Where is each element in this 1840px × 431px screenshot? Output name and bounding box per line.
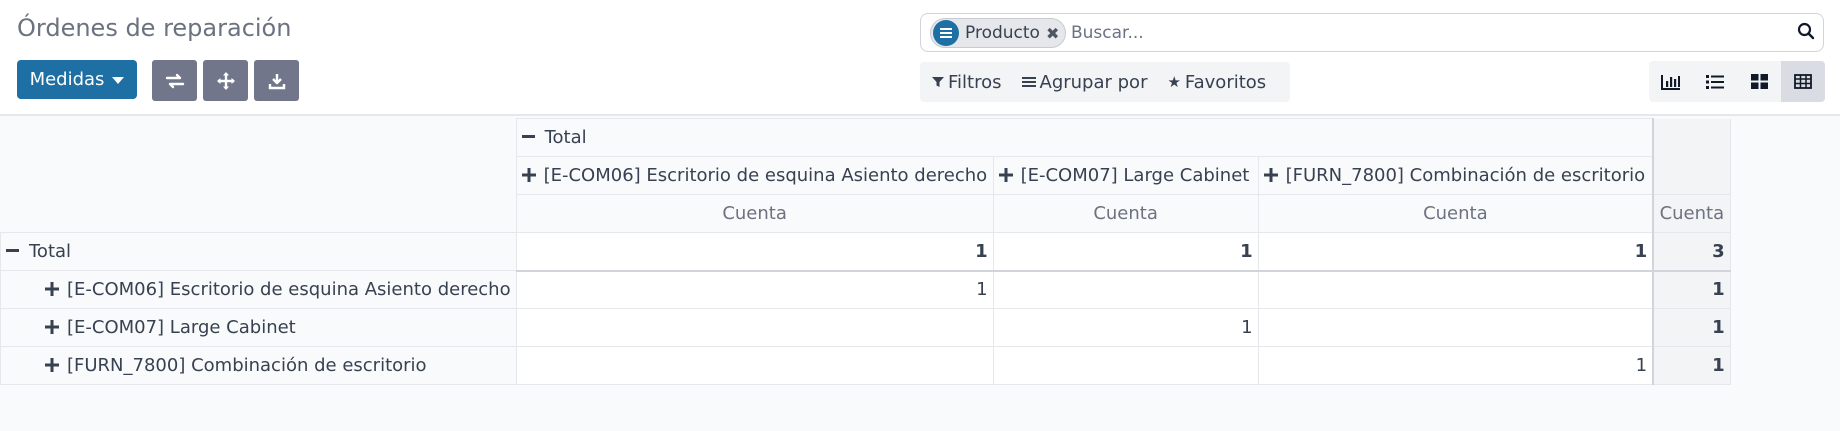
pivot-cell[interactable]	[515, 346, 994, 385]
search-panel-bar: Filtros Agrupar por ★ Favoritos	[920, 62, 1290, 102]
pivot-cell[interactable]	[1257, 308, 1654, 347]
column-header-label: [E-COM07] Large Cabinet	[1020, 165, 1250, 186]
measure-header[interactable]: Cuenta	[992, 194, 1259, 233]
caret-down-icon	[112, 77, 125, 84]
list-icon	[1706, 74, 1724, 89]
minus-icon	[6, 249, 19, 252]
group-by-icon	[933, 20, 959, 46]
close-icon[interactable]: ✖	[1046, 24, 1059, 43]
row-header[interactable]: [FURN_7800] Combinación de escritorio	[0, 346, 517, 385]
measure-header[interactable]: Cuenta	[515, 194, 994, 233]
grand-total-cell[interactable]: 3	[1652, 232, 1731, 272]
flip-axis-button[interactable]	[152, 60, 197, 101]
plus-icon	[1263, 167, 1278, 182]
filters-toggle[interactable]: Filtros	[932, 72, 1002, 93]
exchange-icon	[165, 73, 184, 88]
plus-icon	[998, 167, 1013, 182]
favorites-toggle[interactable]: ★ Favoritos	[1167, 72, 1266, 93]
table-icon	[1794, 74, 1812, 89]
measure-header[interactable]: Cuenta	[1257, 194, 1654, 233]
list-view-button[interactable]	[1693, 61, 1737, 102]
facet-label: Producto	[965, 23, 1040, 43]
plus-icon	[45, 281, 59, 296]
total-column-header	[1652, 118, 1731, 195]
row-total-cell[interactable]: 1	[1652, 346, 1731, 385]
arrows-expand-icon	[216, 71, 235, 90]
pivot-cell[interactable]	[515, 308, 994, 347]
row-header[interactable]: [E-COM06] Escritorio de esquina Asiento …	[0, 270, 517, 309]
search-facet: Producto ✖	[930, 18, 1067, 48]
filters-label: Filtros	[948, 71, 1002, 93]
row-total-cell[interactable]: 1	[1652, 308, 1731, 347]
row-header-total[interactable]: Total	[0, 232, 517, 271]
group-by-label: Agrupar por	[1039, 71, 1148, 93]
grid-icon	[1750, 74, 1768, 89]
control-panel: Órdenes de reparación Medidas Producto ✖…	[0, 0, 1840, 116]
column-header[interactable]: [FURN_7800] Combinación de escritorio	[1257, 156, 1654, 195]
minus-icon	[521, 135, 535, 138]
column-header[interactable]: [E-COM06] Escritorio de esquina Asiento …	[515, 156, 994, 195]
measures-button[interactable]: Medidas	[17, 60, 137, 99]
row-total-cell[interactable]: 1	[1652, 270, 1731, 309]
column-header[interactable]: [E-COM07] Large Cabinet	[992, 156, 1259, 195]
plus-icon	[45, 319, 59, 334]
bar-chart-icon	[1661, 74, 1680, 90]
favorites-label: Favoritos	[1184, 71, 1267, 93]
pivot-view-button[interactable]	[1781, 61, 1825, 102]
search-bar: Producto ✖	[920, 13, 1824, 52]
filter-icon	[932, 77, 944, 87]
pivot-cell[interactable]: 1	[515, 270, 994, 309]
plus-icon	[521, 167, 536, 182]
bars-icon	[1021, 77, 1036, 87]
view-switcher	[1649, 61, 1825, 102]
row-header-label: [E-COM06] Escritorio de esquina Asiento …	[67, 279, 511, 300]
measures-label: Medidas	[29, 69, 105, 90]
graph-view-button[interactable]	[1649, 61, 1693, 102]
group-by-toggle[interactable]: Agrupar por	[1021, 71, 1148, 93]
column-total-label: Total	[544, 127, 587, 148]
column-header-label: [FURN_7800] Combinación de escritorio	[1285, 165, 1646, 186]
column-header-total[interactable]: Total	[515, 118, 1654, 157]
row-header-label: [FURN_7800] Combinación de escritorio	[67, 355, 427, 376]
page-title: Órdenes de reparación	[17, 14, 292, 42]
measure-header[interactable]: Cuenta	[1652, 194, 1731, 233]
download-icon	[268, 73, 285, 89]
pivot-cell[interactable]: 1	[1257, 232, 1654, 272]
pivot-cell[interactable]	[1257, 270, 1654, 309]
pivot-cell[interactable]: 1	[992, 308, 1259, 347]
kanban-view-button[interactable]	[1737, 61, 1781, 102]
row-header-label: [E-COM07] Large Cabinet	[67, 317, 296, 338]
search-icon[interactable]	[1797, 22, 1815, 44]
pivot-table: Total [E-COM06] Escritorio de esquina As…	[0, 118, 1731, 385]
download-button[interactable]	[254, 60, 299, 101]
column-header-label: [E-COM06] Escritorio de esquina Asiento …	[543, 165, 988, 186]
pivot-cell[interactable]	[992, 346, 1259, 385]
pivot-cell[interactable]: 1	[515, 232, 994, 272]
row-header[interactable]: [E-COM07] Large Cabinet	[0, 308, 517, 347]
row-total-label: Total	[29, 241, 72, 262]
expand-all-button[interactable]	[203, 60, 248, 101]
pivot-cell[interactable]: 1	[992, 232, 1259, 272]
plus-icon	[45, 357, 59, 372]
pivot-cell[interactable]: 1	[1257, 346, 1654, 385]
pivot-corner	[0, 118, 517, 233]
pivot-cell[interactable]	[992, 270, 1259, 309]
star-icon: ★	[1167, 73, 1181, 91]
search-input[interactable]	[1071, 20, 1771, 46]
